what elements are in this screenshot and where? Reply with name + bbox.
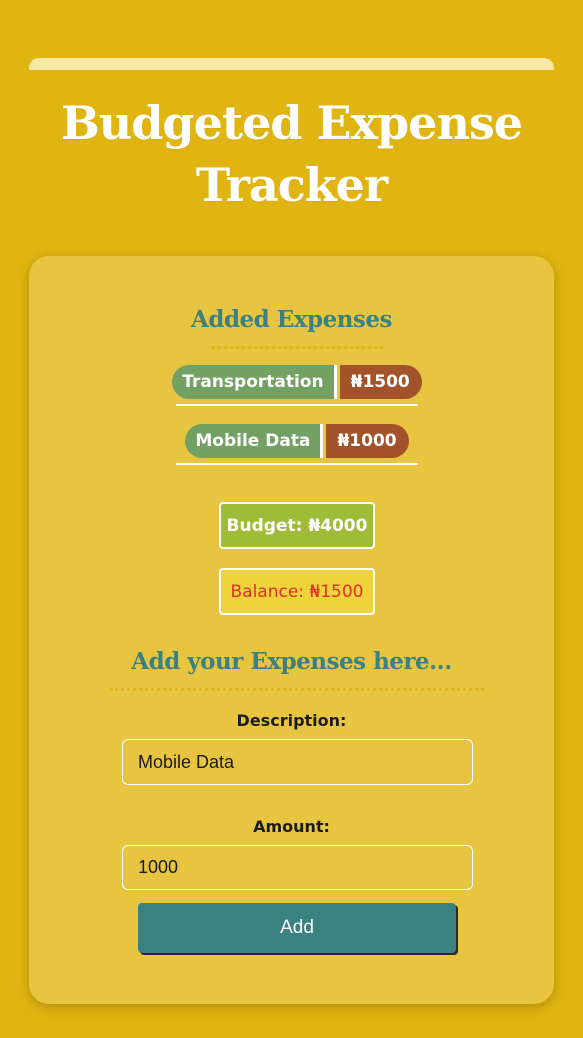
- add-expenses-heading: Add your Expenses here...: [131, 648, 452, 675]
- expense-description: Mobile Data: [185, 424, 324, 458]
- expense-pill: Mobile Data ₦1000: [185, 424, 409, 458]
- page-title: Budgeted Expense Tracker: [60, 96, 523, 212]
- app-page: Budgeted Expense Tracker Added Expenses …: [0, 0, 583, 1038]
- expense-pill: Transportation ₦1500: [172, 365, 422, 399]
- add-expenses-underline: [110, 688, 484, 691]
- expense-amount: ₦1000: [326, 424, 409, 458]
- expense-description: Transportation: [172, 365, 337, 399]
- amount-label: Amount:: [253, 817, 330, 836]
- description-label: Description:: [236, 711, 347, 730]
- expense-row: Mobile Data ₦1000: [176, 419, 418, 465]
- expense-amount: ₦1500: [339, 365, 422, 399]
- add-button[interactable]: Add: [138, 903, 456, 953]
- top-bar: [29, 58, 554, 70]
- budget-box: Budget: ₦4000: [219, 502, 375, 549]
- balance-box: Balance: ₦1500: [219, 568, 375, 615]
- description-input[interactable]: [122, 739, 473, 785]
- added-expenses-underline: [212, 346, 383, 349]
- tracker-card: Added Expenses Transportation ₦1500 Mobi…: [29, 256, 554, 1004]
- added-expenses-heading: Added Expenses: [191, 306, 392, 333]
- expense-row: Transportation ₦1500: [172, 360, 422, 406]
- amount-input[interactable]: [122, 845, 473, 890]
